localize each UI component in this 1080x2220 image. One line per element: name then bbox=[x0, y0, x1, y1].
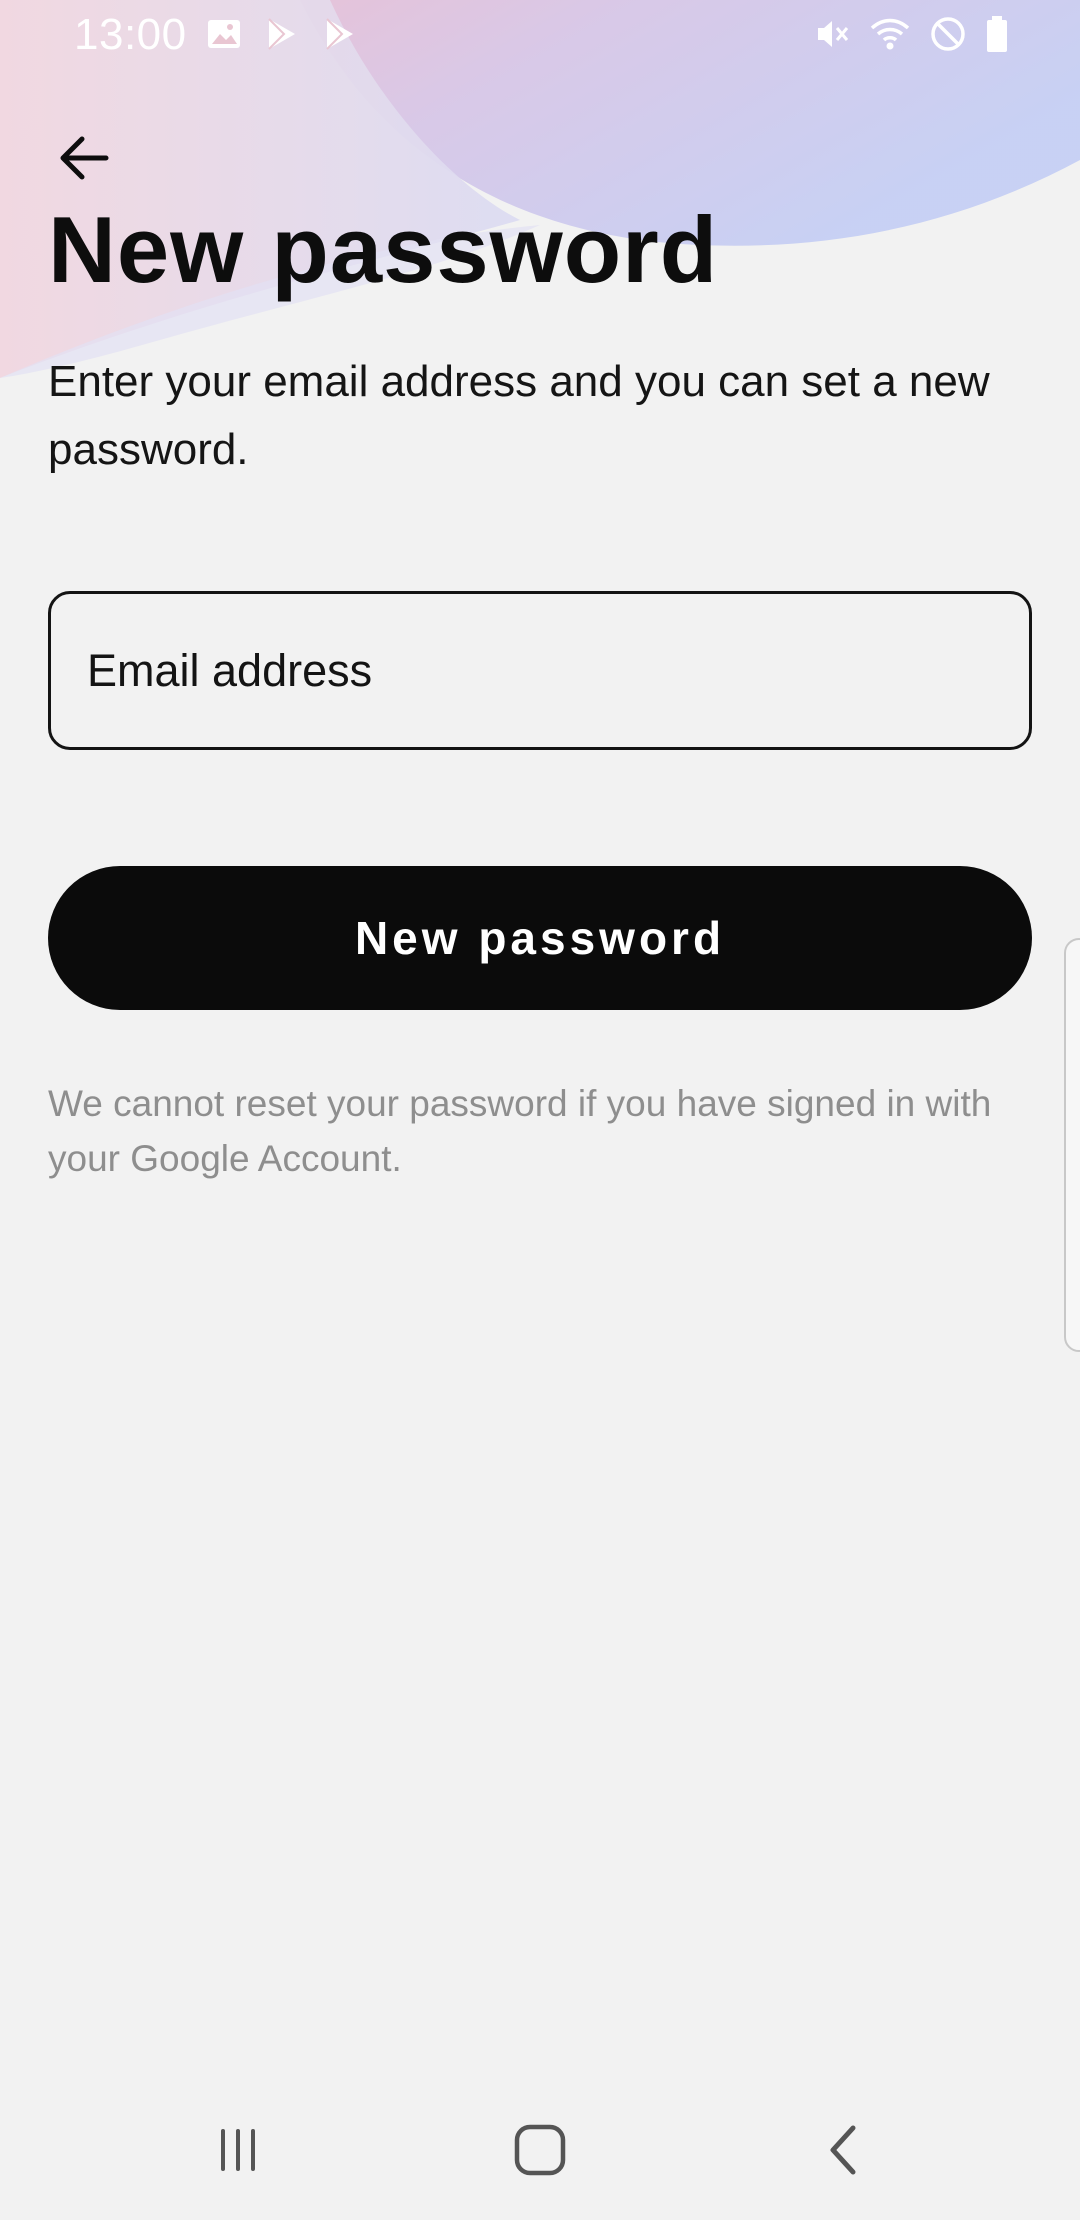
navigation-bar bbox=[0, 2080, 1080, 2220]
image-icon bbox=[206, 16, 242, 52]
google-account-note: We cannot reset your password if you hav… bbox=[48, 1083, 992, 1179]
page-subtitle: Enter your email address and you can set… bbox=[48, 357, 990, 474]
new-password-button[interactable]: New password bbox=[48, 866, 1032, 1010]
play-store-icon bbox=[322, 16, 358, 52]
play-store-icon bbox=[264, 16, 300, 52]
back-button[interactable] bbox=[46, 120, 122, 196]
status-bar: 13:00 bbox=[0, 0, 1080, 72]
edge-panel-handle[interactable] bbox=[1064, 938, 1080, 1352]
vibrate-icon bbox=[812, 14, 852, 54]
back-icon bbox=[830, 2125, 856, 2175]
system-status-icons bbox=[812, 14, 1010, 54]
battery-icon bbox=[984, 14, 1010, 54]
email-field[interactable] bbox=[48, 591, 1032, 750]
email-input[interactable] bbox=[85, 643, 1029, 698]
home-icon bbox=[514, 2124, 566, 2176]
home-button[interactable] bbox=[490, 2100, 590, 2200]
system-back-button[interactable] bbox=[794, 2100, 894, 2200]
recent-apps-button[interactable] bbox=[188, 2100, 288, 2200]
notification-icons bbox=[206, 16, 358, 52]
status-time: 13:00 bbox=[74, 10, 187, 59]
wifi-icon bbox=[868, 14, 912, 54]
do-not-disturb-icon bbox=[928, 14, 968, 54]
page-title: New password bbox=[48, 197, 719, 302]
arrow-left-icon bbox=[60, 136, 109, 180]
recent-apps-icon bbox=[221, 2129, 255, 2171]
